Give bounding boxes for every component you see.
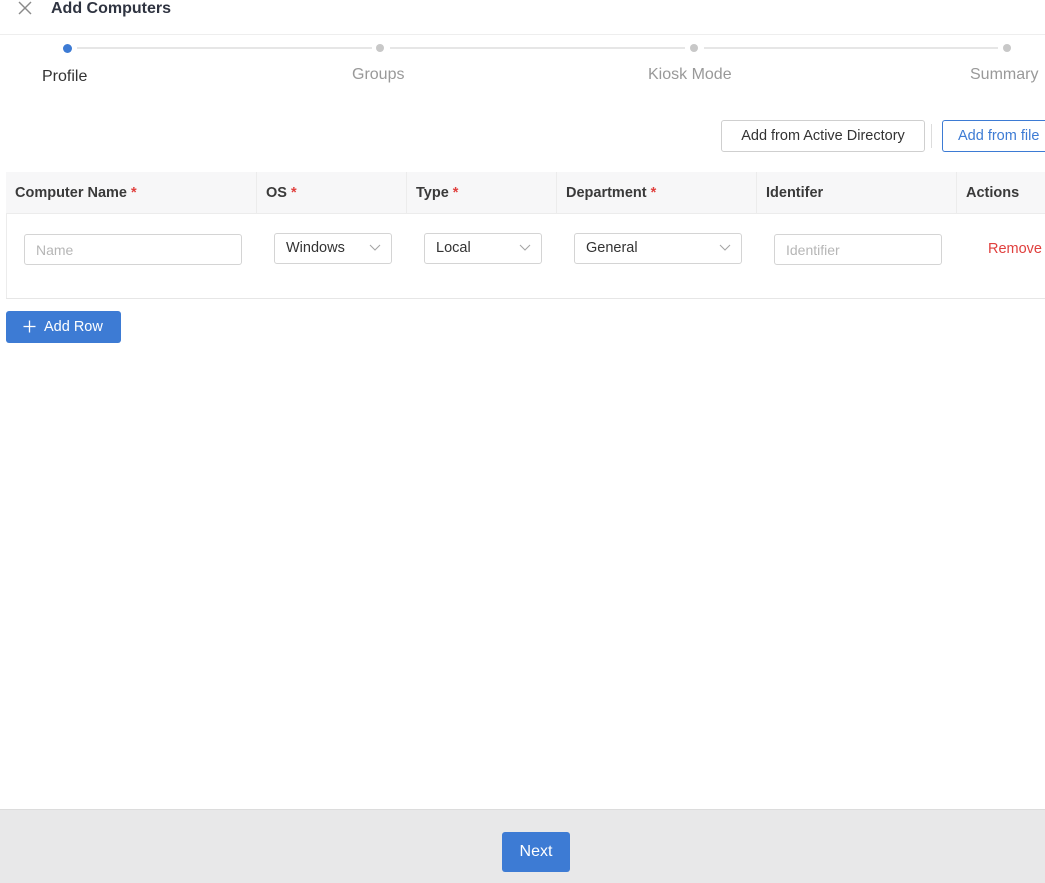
type-select[interactable]: Local [424,233,542,264]
step-connector [704,47,998,49]
department-select[interactable]: General [574,233,742,264]
column-header-os: OS * [257,172,407,214]
column-header-department: Department * [557,172,757,214]
column-label: Actions [966,185,1020,201]
required-marker: * [452,185,459,201]
step-label-kiosk-mode: Kiosk Mode [648,66,732,83]
plus-icon [23,320,36,333]
dialog-header: Add Computers [0,0,1045,35]
step-label-profile: Profile [42,68,88,85]
column-header-identifier: Identifer [757,172,957,214]
dialog-footer: Next [0,809,1045,883]
column-header-type: Type * [407,172,557,214]
button-divider [931,124,932,148]
department-select-value: General [586,240,638,256]
required-marker: * [131,185,137,201]
table-header: Computer Name * OS * Type * Department * Ide… [6,172,1045,214]
required-marker: * [650,185,657,201]
type-select-value: Local [436,240,471,256]
add-computers-dialog: Add Computers Profile Groups Kiosk Mode … [0,0,1045,883]
column-label: Computer Name [15,185,127,201]
required-marker: * [290,185,297,201]
os-select[interactable]: Windows [274,233,392,264]
table-row: Windows Local General [6,214,1045,298]
column-label: Identifer [766,185,824,201]
column-header-computer-name: Computer Name * [6,172,257,214]
remove-row-link[interactable]: Remove [988,241,1042,257]
chevron-down-icon [719,244,731,251]
add-from-active-directory-button[interactable]: Add from Active Directory [721,120,925,152]
identifier-input[interactable] [774,234,942,265]
step-dot-summary [1003,44,1011,52]
computer-name-input[interactable] [24,234,242,265]
step-connector [390,47,685,49]
os-select-value: Windows [286,240,345,256]
dialog-title: Add Computers [51,0,171,17]
chevron-down-icon [369,244,381,251]
add-from-file-button[interactable]: Add from file [942,120,1045,152]
next-button[interactable]: Next [502,832,570,872]
step-label-summary: Summary [970,66,1039,83]
add-row-label: Add Row [44,319,103,335]
column-label: Type [416,185,449,201]
step-dot-groups [376,44,384,52]
chevron-down-icon [519,244,531,251]
step-dot-kiosk-mode [690,44,698,52]
close-icon[interactable] [16,0,34,18]
step-label-groups: Groups [352,66,405,83]
computers-table: Computer Name * OS * Type * Department * Ide… [6,172,1045,299]
step-dot-profile [63,44,72,53]
step-connector [77,47,372,49]
column-label: Department [566,185,647,201]
column-label: OS [266,185,287,201]
add-row-button[interactable]: Add Row [6,311,121,343]
column-header-actions: Actions [957,172,1045,214]
